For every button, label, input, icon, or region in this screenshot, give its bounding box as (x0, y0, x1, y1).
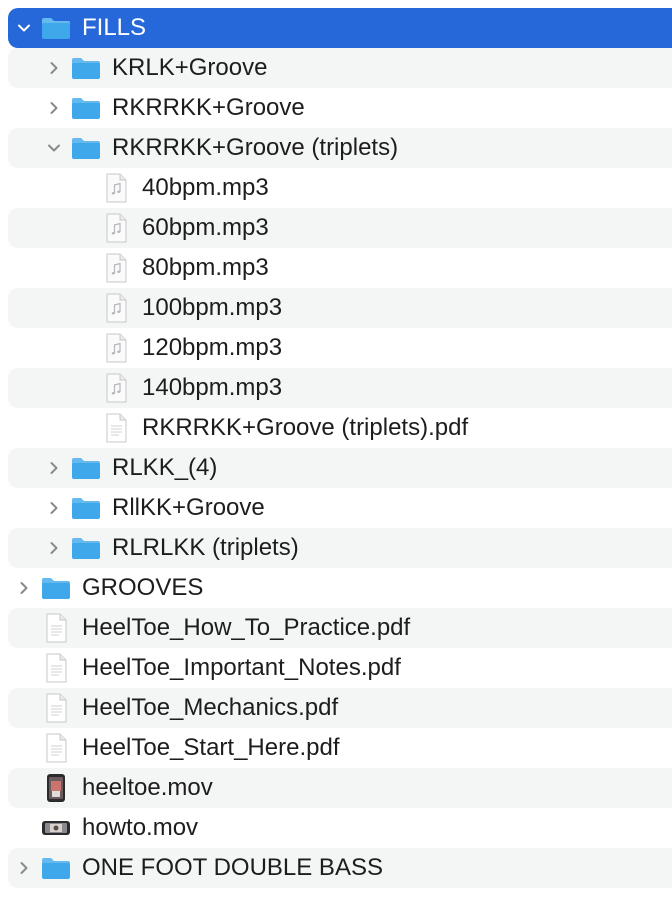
audio-file-icon (100, 368, 132, 408)
row-120bpm[interactable]: 120bpm.mp3 (8, 328, 672, 368)
row-label: heeltoe.mov (82, 774, 213, 801)
chevron-down-icon[interactable] (44, 128, 64, 168)
chevron-right-icon[interactable] (44, 488, 64, 528)
folder-icon (70, 528, 102, 568)
row-label: HeelToe_Important_Notes.pdf (82, 654, 401, 681)
chevron-right-icon[interactable] (14, 848, 34, 888)
row-label: HeelToe_Mechanics.pdf (82, 694, 339, 721)
file-list-outline: FILLS KRLK+Groove RKRRKK+Groove RKRRKK+Groo… (0, 0, 672, 888)
row-140bpm[interactable]: 140bpm.mp3 (8, 368, 672, 408)
folder-icon (40, 8, 72, 48)
row-40bpm[interactable]: 40bpm.mp3 (8, 168, 672, 208)
row-heeltoe-mov[interactable]: heeltoe.mov (8, 768, 672, 808)
folder-icon (40, 568, 72, 608)
audio-file-icon (100, 208, 132, 248)
document-icon (100, 408, 132, 448)
document-icon (40, 688, 72, 728)
row-label: howto.mov (82, 814, 199, 841)
row-label: KRLK+Groove (112, 54, 268, 81)
row-label: 40bpm.mp3 (142, 174, 269, 201)
row-grooves[interactable]: GROOVES (8, 568, 672, 608)
audio-file-icon (100, 328, 132, 368)
row-rlkk4[interactable]: RLKK_(4) (8, 448, 672, 488)
folder-icon (70, 48, 102, 88)
row-label: RLRLKK (triplets) (112, 534, 299, 561)
row-label: ONE FOOT DOUBLE BASS (82, 854, 383, 881)
folder-icon (70, 488, 102, 528)
row-label: 60bpm.mp3 (142, 214, 269, 241)
row-fills[interactable]: FILLS (8, 8, 672, 48)
row-label: 120bpm.mp3 (142, 334, 283, 361)
row-rlrlkk[interactable]: RLRLKK (triplets) (8, 528, 672, 568)
row-one-foot[interactable]: ONE FOOT DOUBLE BASS (8, 848, 672, 888)
chevron-down-icon[interactable] (14, 8, 34, 48)
row-rkrrkk[interactable]: RKRRKK+Groove (8, 88, 672, 128)
chevron-right-icon[interactable] (44, 528, 64, 568)
row-label: GROOVES (82, 574, 204, 601)
folder-icon (70, 88, 102, 128)
chevron-right-icon[interactable] (44, 88, 64, 128)
row-how-to-practice[interactable]: HeelToe_How_To_Practice.pdf (8, 608, 672, 648)
row-label: 100bpm.mp3 (142, 294, 283, 321)
folder-icon (40, 848, 72, 888)
row-howto-mov[interactable]: howto.mov (8, 808, 672, 848)
document-icon (40, 608, 72, 648)
row-label: HeelToe_Start_Here.pdf (82, 734, 340, 761)
audio-file-icon (100, 248, 132, 288)
row-60bpm[interactable]: 60bpm.mp3 (8, 208, 672, 248)
row-krlk[interactable]: KRLK+Groove (8, 48, 672, 88)
chevron-right-icon[interactable] (44, 448, 64, 488)
row-label: 140bpm.mp3 (142, 374, 283, 401)
row-mechanics[interactable]: HeelToe_Mechanics.pdf (8, 688, 672, 728)
row-label: RKRRKK+Groove (triplets) (112, 134, 399, 161)
document-icon (40, 728, 72, 768)
row-label: RLKK_(4) (112, 454, 218, 481)
row-label: 80bpm.mp3 (142, 254, 269, 281)
folder-icon (70, 128, 102, 168)
row-important-notes[interactable]: HeelToe_Important_Notes.pdf (8, 648, 672, 688)
chevron-right-icon[interactable] (14, 568, 34, 608)
video-thumbnail-icon (40, 808, 72, 848)
row-label: HeelToe_How_To_Practice.pdf (82, 614, 411, 641)
video-thumbnail-icon (40, 768, 72, 808)
row-label: FILLS (82, 14, 147, 41)
row-100bpm[interactable]: 100bpm.mp3 (8, 288, 672, 328)
row-triplets-pdf[interactable]: RKRRKK+Groove (triplets).pdf (8, 408, 672, 448)
row-rllkk[interactable]: RllKK+Groove (8, 488, 672, 528)
folder-icon (70, 448, 102, 488)
chevron-right-icon[interactable] (44, 48, 64, 88)
audio-file-icon (100, 288, 132, 328)
document-icon (40, 648, 72, 688)
row-start-here[interactable]: HeelToe_Start_Here.pdf (8, 728, 672, 768)
row-label: RllKK+Groove (112, 494, 265, 521)
row-label: RKRRKK+Groove (112, 94, 305, 121)
audio-file-icon (100, 168, 132, 208)
row-rkrrkk-triplets[interactable]: RKRRKK+Groove (triplets) (8, 128, 672, 168)
row-label: RKRRKK+Groove (triplets).pdf (142, 414, 469, 441)
row-80bpm[interactable]: 80bpm.mp3 (8, 248, 672, 288)
